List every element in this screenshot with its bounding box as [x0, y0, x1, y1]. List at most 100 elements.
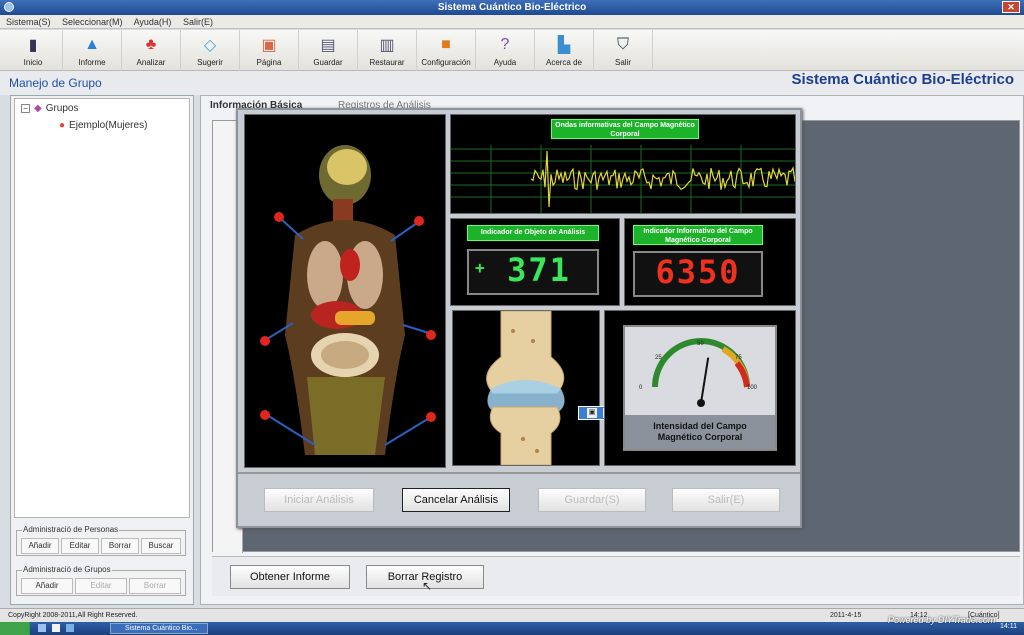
groups-admin-title: Administració de Grupos	[22, 565, 112, 574]
person-icon: ●	[59, 120, 66, 131]
about-icon: ▙	[557, 37, 571, 54]
toolbar-ayuda-button[interactable]: ? Ayuda	[476, 30, 535, 71]
knee-joint-image	[486, 310, 565, 466]
toolbar-label: Salir	[614, 58, 631, 67]
toolbar-label: Sugerir	[197, 58, 223, 67]
toolbar-label: Configuración	[421, 58, 471, 67]
human-anatomy-image	[260, 145, 436, 455]
cancel-analysis-button[interactable]: Cancelar Análisis	[402, 488, 510, 512]
object-indicator-panel: Indicador de Objeto de Análisis + 371	[450, 218, 620, 306]
section-title: Manejo de Grupo	[9, 76, 102, 90]
info-indicator-panel: Indicador Informativo del Campo Magnétic…	[624, 218, 796, 306]
toolbar-analizar-button[interactable]: ♣ Analizar	[122, 30, 181, 71]
gauge-tick-25: 25	[655, 355, 662, 361]
gauge-dial: 0 25 50 75 100 Intensidad del Campo Magn…	[623, 325, 777, 451]
toolbar-label: Acerca de	[545, 58, 583, 67]
wave-panel: Ondas informativas del Campo Magnético C…	[450, 114, 796, 214]
page-icon: ▣	[261, 37, 277, 54]
watermark-text: Powered by DIYTrade.com	[888, 615, 996, 625]
body-image-panel	[244, 114, 446, 468]
mouse-cursor-icon: ↖	[422, 579, 433, 593]
get-report-button[interactable]: Obtener Informe	[230, 565, 350, 589]
taskbar-app-button[interactable]: Sistema Cuántico Bio...	[110, 623, 208, 634]
start-analysis-button[interactable]: Iniciar Análisis	[264, 488, 374, 512]
toolbar: ▮ Inicio ▲ Informe ♣ Analizar ◇ Sugerir ▣ Pág…	[0, 30, 1024, 71]
object-indicator-label: Indicador de Objeto de Análisis	[467, 225, 599, 241]
delete-person-button[interactable]: Borrar	[101, 538, 139, 554]
report-icon: ▲	[84, 36, 100, 53]
wave-chart	[451, 145, 795, 213]
menu-bar: Sistema(S) Seleccionar(M) Ayuda(H) Salir…	[0, 15, 1024, 29]
toolbar-sugerir-button[interactable]: ◇ Sugerir	[181, 30, 240, 71]
toolbar-pagina-button[interactable]: ▣ Página	[240, 30, 299, 71]
group-tree[interactable]: − ◆ Grupos ● Ejemplo(Mujeres)	[14, 98, 190, 518]
search-person-button[interactable]: Buscar	[141, 538, 181, 554]
toolbar-label: Guardar	[313, 58, 343, 67]
restore-icon: ▥	[379, 37, 395, 54]
dialog-button-bar: Iniciar Análisis Cancelar Análisis Guard…	[238, 472, 800, 524]
analyze-icon: ♣	[145, 36, 157, 53]
app-icon	[4, 2, 14, 12]
info-indicator-value: 6350	[633, 251, 763, 297]
settings-icon: ■	[441, 36, 451, 53]
status-date: 2011-4-15	[830, 612, 862, 619]
edit-group-button[interactable]: Editar	[75, 578, 127, 594]
title-bar: Sistema Cuántico Bio-Eléctrico ✕	[0, 0, 1024, 15]
start-button[interactable]	[0, 622, 30, 635]
collapse-icon[interactable]: −	[21, 104, 30, 113]
exit-icon: ⛉	[616, 36, 629, 53]
toolbar-label: Ayuda	[493, 58, 517, 67]
suggest-icon: ◇	[203, 37, 217, 54]
tree-root-label: Grupos	[45, 103, 79, 114]
save-analysis-button[interactable]: Guardar(S)	[538, 488, 646, 512]
object-indicator-sign: +	[475, 258, 487, 277]
object-indicator-display: + 371	[467, 249, 599, 295]
toolbar-inicio-button[interactable]: ▮ Inicio	[4, 30, 63, 71]
window-title: Sistema Cuántico Bio-Eléctrico	[437, 2, 587, 13]
tree-node-child[interactable]: ● Ejemplo(Mujeres)	[59, 120, 147, 131]
menu-ayuda[interactable]: Ayuda(H)	[134, 17, 172, 27]
tree-node-root[interactable]: − ◆ Grupos	[21, 103, 79, 114]
delete-group-button[interactable]: Borrar	[129, 578, 181, 594]
menu-seleccionar[interactable]: Seleccionar(M)	[62, 17, 123, 27]
gauge-pivot	[697, 399, 705, 407]
toolbar-restaurar-button[interactable]: ▥ Restaurar	[358, 30, 417, 71]
exit-dialog-button[interactable]: Salir(E)	[672, 488, 780, 512]
toolbar-configuracion-button[interactable]: ■ Configuración	[417, 30, 476, 71]
bottom-bar: Obtener Informe Borrar Registro ↖	[212, 556, 1020, 596]
gauge-tick-75: 75	[735, 355, 742, 361]
home-icon: ▮	[28, 37, 38, 54]
toolbar-label: Analizar	[136, 58, 166, 67]
edit-person-button[interactable]: Editar	[61, 538, 99, 554]
quicklaunch-icon[interactable]	[38, 624, 46, 632]
group-icon: ◆	[34, 103, 42, 114]
menu-salir[interactable]: Salir(E)	[183, 17, 213, 27]
mini-tool-icon[interactable]: ▣	[587, 408, 597, 418]
menu-sistema[interactable]: Sistema(S)	[6, 17, 51, 27]
quicklaunch-icon[interactable]	[66, 624, 74, 632]
analysis-dialog: Ondas informativas del Campo Magnético C…	[236, 108, 802, 528]
help-icon: ?	[500, 36, 510, 53]
status-bar: CopyRight 2008-2011,All Right Reserved. …	[0, 608, 1024, 622]
object-indicator-value: 371	[507, 251, 571, 289]
taskbar: Sistema Cuántico Bio... 14:11	[0, 622, 1024, 635]
header-strip: Manejo de Grupo Sistema Cuántico Bio-Elé…	[0, 71, 1024, 95]
gauge-panel: 0 25 50 75 100 Intensidad del Campo Magn…	[604, 310, 796, 466]
toolbar-informe-button[interactable]: ▲ Informe	[63, 30, 122, 71]
gauge-tick-50: 50	[697, 341, 704, 347]
gauge-needle	[700, 357, 710, 404]
toolbar-label: Inicio	[23, 58, 43, 67]
close-button[interactable]: ✕	[1002, 1, 1020, 13]
add-person-button[interactable]: Añadir	[21, 538, 59, 554]
gauge-caption: Intensidad del Campo Magnético Corporal	[625, 415, 775, 449]
quicklaunch-icon[interactable]	[52, 624, 60, 632]
add-group-button[interactable]: Añadir	[21, 578, 73, 594]
persons-admin-title: Administració de Personas	[22, 525, 120, 534]
info-indicator-label: Indicador Informativo del Campo Magnétic…	[633, 225, 763, 245]
toolbar-acerca-button[interactable]: ▙ Acerca de	[535, 30, 594, 71]
gauge-tick-0: 0	[639, 385, 643, 391]
toolbar-guardar-button[interactable]: ▤ Guardar	[299, 30, 358, 71]
toolbar-salir-button[interactable]: ⛉ Salir	[594, 30, 653, 71]
toolbar-label: Página	[256, 58, 282, 67]
tree-child-label: Ejemplo(Mujeres)	[69, 120, 148, 131]
